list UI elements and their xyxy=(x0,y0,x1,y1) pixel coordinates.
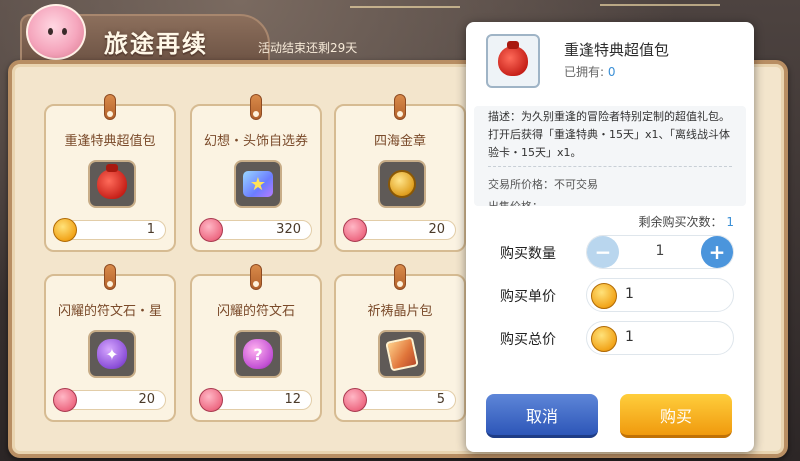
shop-item-card[interactable]: 幻想・头饰自选券 ★ 320 xyxy=(190,94,322,252)
remain-value: 1 xyxy=(726,215,734,229)
sell-price-cut: 出售价格： xyxy=(488,198,543,206)
poring-avatar-icon xyxy=(26,4,86,60)
pink-coin-icon xyxy=(199,218,223,242)
price-bar: 20 xyxy=(343,218,456,242)
item-name: 幻想・头饰自选券 xyxy=(203,134,308,149)
gold-coin-icon xyxy=(591,326,617,352)
item-name: 四海金章 xyxy=(373,134,426,149)
item-name: 闪耀的符文石 xyxy=(216,304,295,319)
question-rune-icon: ? xyxy=(234,330,282,378)
item-price: 20 xyxy=(428,222,445,237)
owned-count: 已拥有: 0 xyxy=(564,63,616,80)
divider xyxy=(488,166,732,167)
shop-item-card[interactable]: 重逢特典超值包 1 xyxy=(44,94,176,252)
price-bar: 1 xyxy=(53,218,166,242)
unit-price-field: 1 xyxy=(586,278,734,312)
decorative-line xyxy=(350,6,460,8)
item-price: 1 xyxy=(146,222,155,237)
owned-label: 已拥有: xyxy=(564,65,605,79)
price-bar: 12 xyxy=(199,388,312,412)
item-name: 重逢特典超值包 xyxy=(64,134,156,149)
pink-coin-icon xyxy=(343,388,367,412)
item-description: 描述：为久别重逢的冒险者特别定制的超值礼包。打开后获得「重逢特典・15天」x1、… xyxy=(488,110,731,159)
item-price: 5 xyxy=(436,392,445,407)
gold-medal-icon xyxy=(378,160,426,208)
red-bag-icon xyxy=(88,160,136,208)
star-rune-icon: ✦ xyxy=(88,330,136,378)
red-bag-icon xyxy=(486,34,540,88)
decorative-line xyxy=(600,4,720,6)
pink-coin-icon xyxy=(343,218,367,242)
cancel-button[interactable]: 取消 xyxy=(486,394,598,438)
total-price-field: 1 xyxy=(586,321,734,355)
item-price: 20 xyxy=(138,392,155,407)
pink-coin-icon xyxy=(53,388,77,412)
pin-icon xyxy=(394,264,406,290)
shop-item-card[interactable]: 闪耀的符文石 ? 12 xyxy=(190,264,322,422)
total-price-label: 购买总价 xyxy=(500,332,556,348)
purchase-popup: 重逢特典超值包 已拥有: 0 描述：为久别重逢的冒险者特别定制的超值礼包。打开后… xyxy=(466,22,754,452)
gold-coin-icon xyxy=(53,218,77,242)
qty-label: 购买数量 xyxy=(500,246,556,262)
popup-item-title: 重逢特典超值包 xyxy=(564,41,670,59)
plus-button[interactable]: + xyxy=(701,236,733,268)
trade-price: 交易所价格：不可交易 xyxy=(488,178,598,191)
item-price: 12 xyxy=(284,392,301,407)
pin-icon xyxy=(250,94,262,120)
event-countdown: 活动结束还剩29天 xyxy=(258,41,358,55)
star-ticket-icon: ★ xyxy=(234,160,282,208)
shop-item-card[interactable]: 闪耀的符文石・星 ✦ 20 xyxy=(44,264,176,422)
gold-coin-icon xyxy=(591,283,617,309)
pink-coin-icon xyxy=(199,388,223,412)
page-title: 旅途再续 xyxy=(104,30,208,58)
shop-item-card[interactable]: 四海金章 20 xyxy=(334,94,466,252)
item-name: 闪耀的符文石・星 xyxy=(57,304,162,319)
price-bar: 5 xyxy=(343,388,456,412)
unit-price-value: 1 xyxy=(625,286,634,302)
quantity-stepper: − 1 + xyxy=(586,235,734,269)
item-name: 祈祷晶片包 xyxy=(367,304,433,319)
shop-item-card[interactable]: 祈祷晶片包 5 xyxy=(334,264,466,422)
item-price: 320 xyxy=(276,222,301,237)
price-bar: 320 xyxy=(199,218,312,242)
description-box[interactable]: 描述：为久别重逢的冒险者特别定制的超值礼包。打开后获得「重逢特典・15天」x1、… xyxy=(474,106,746,206)
pin-icon xyxy=(394,94,406,120)
price-bar: 20 xyxy=(53,388,166,412)
unit-price-label: 购买单价 xyxy=(500,289,556,305)
remain-label: 剩余购买次数： xyxy=(638,215,723,229)
pin-icon xyxy=(104,94,116,120)
owned-value: 0 xyxy=(607,65,616,79)
total-price-value: 1 xyxy=(625,329,634,345)
remaining-purchases: 剩余购买次数： 1 xyxy=(639,213,734,230)
pin-icon xyxy=(250,264,262,290)
crystal-pack-icon xyxy=(378,330,426,378)
pin-icon xyxy=(104,264,116,290)
buy-button[interactable]: 购买 xyxy=(620,394,732,438)
